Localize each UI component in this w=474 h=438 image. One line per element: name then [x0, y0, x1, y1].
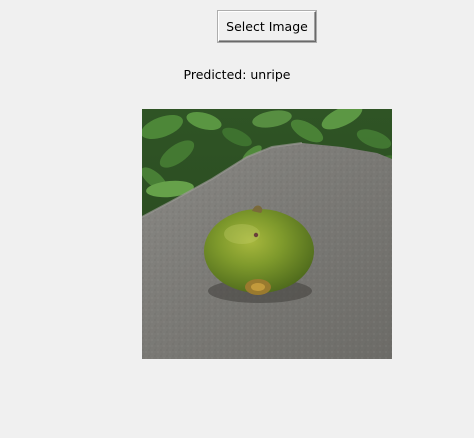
- app-window: Select Image Predicted: unripe: [0, 0, 474, 438]
- preview-image: [142, 109, 392, 359]
- preview-image-graphic: [142, 109, 392, 359]
- select-image-button[interactable]: Select Image: [218, 11, 316, 42]
- prediction-label: Predicted: unripe: [183, 67, 291, 82]
